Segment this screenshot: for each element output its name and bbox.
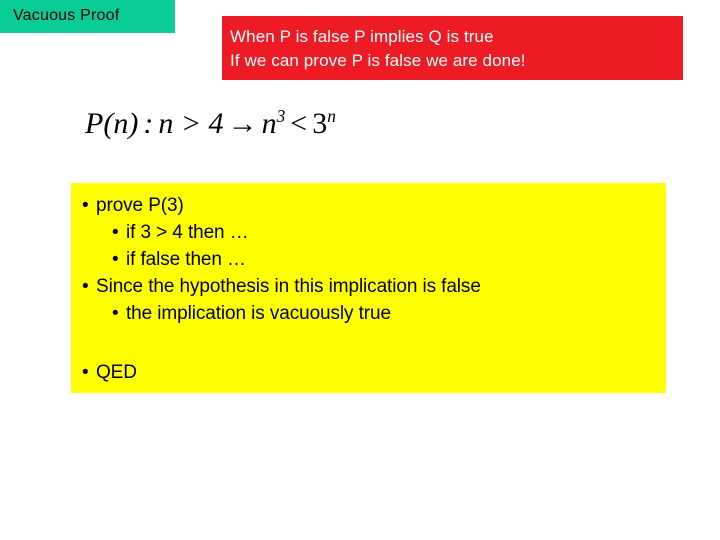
bullet-icon: • — [112, 222, 119, 243]
formula-base-2: 3 — [312, 107, 328, 140]
formula-relation: < — [290, 107, 308, 140]
formula-base-1: n — [261, 107, 277, 140]
bullet-icon: • — [82, 276, 89, 297]
list-item: • if 3 > 4 then … — [112, 220, 249, 246]
list-item: • if false then … — [112, 247, 246, 273]
bullet-icon: • — [112, 249, 119, 270]
list-item-label: the implication is vacuously true — [126, 303, 391, 324]
list-item-label: if false then … — [126, 249, 246, 270]
list-item: • the implication is vacuously true — [112, 301, 391, 327]
callout-banner: When P is false P implies Q is true If w… — [222, 16, 683, 80]
formula-exponent-1: 3 — [276, 106, 286, 126]
predicate-formula: P(n): n > 4 → n3 <3n — [85, 104, 336, 144]
list-item-label: prove P(3) — [96, 195, 184, 216]
list-item: • prove P(3) — [82, 193, 184, 219]
formula-implication-arrow-icon: → — [227, 107, 258, 140]
bullet-icon: • — [82, 195, 89, 216]
bullet-icon: • — [112, 303, 119, 324]
list-item: • QED — [82, 360, 137, 386]
formula-lhs: P(n) — [85, 107, 139, 140]
banner-line-2: If we can prove P is false we are done! — [230, 51, 526, 70]
formula-colon: : — [143, 107, 154, 140]
list-item-label: Since the hypothesis in this implication… — [96, 276, 481, 297]
bullet-icon: • — [82, 362, 89, 383]
banner-line-1: When P is false P implies Q is true — [230, 27, 494, 46]
formula-hypothesis: n > 4 — [158, 107, 224, 140]
proof-steps-box: • prove P(3) • if 3 > 4 then … • if false t… — [71, 183, 666, 393]
list-item-label: QED — [96, 362, 137, 383]
list-item-label: if 3 > 4 then … — [126, 222, 249, 243]
slide-title-text: Vacuous Proof — [13, 7, 120, 24]
formula-exponent-2: n — [327, 106, 336, 126]
slide-title-chip: Vacuous Proof — [0, 0, 175, 33]
list-item: • Since the hypothesis in this implicatio… — [82, 274, 481, 300]
